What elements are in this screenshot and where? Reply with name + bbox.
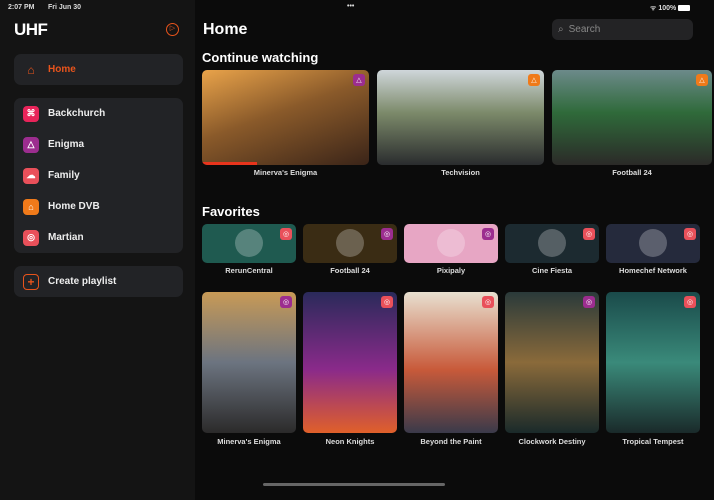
home-icon: ⌂ xyxy=(27,62,35,77)
channel-label: Backchurch xyxy=(48,108,106,119)
sidebar-item-channel[interactable]: ⌂ Home DVB xyxy=(14,191,183,222)
channel-badge-icon: ◎ xyxy=(684,228,696,240)
channel-icon: ☁ xyxy=(23,167,39,184)
status-date: Fri Jun 30 xyxy=(48,4,82,11)
search-icon: ⌕ xyxy=(558,24,564,35)
home-indicator[interactable] xyxy=(263,483,445,486)
channel-badge-icon: ◎ xyxy=(583,296,595,308)
channel-label: Martian xyxy=(48,232,84,243)
channel-badge-icon: △ xyxy=(528,74,540,86)
poster-card[interactable]: ◎ xyxy=(404,292,498,433)
app-logo: UHF xyxy=(14,20,48,39)
status-battery: ᯤ 100% xyxy=(650,4,691,13)
poster-card[interactable]: ◎ xyxy=(202,292,296,433)
poster-label: Tropical Tempest xyxy=(622,437,684,446)
favorite-label: Homechef Network xyxy=(619,266,687,275)
create-playlist-button[interactable]: + Create playlist xyxy=(14,266,183,297)
poster-card[interactable]: ◎ xyxy=(606,292,700,433)
channel-icon: △ xyxy=(23,136,39,153)
channel-logo xyxy=(235,229,263,257)
sidebar-item-home[interactable]: ⌂ Home xyxy=(14,54,183,85)
channel-badge-icon: ◎ xyxy=(482,296,494,308)
multitask-dots[interactable]: ••• xyxy=(347,3,354,10)
channel-label: Enigma xyxy=(48,139,85,150)
continue-card[interactable]: △ xyxy=(552,70,712,165)
channel-list: ⌘ Backchurch △ Enigma ☁ Family ⌂ Home DVB ◎ Marti… xyxy=(14,98,183,253)
channel-icon: ⌘ xyxy=(23,105,39,122)
sidebar: 2:07 PM Fri Jun 30 UHF ▷ ⌂ Home ⌘ Backchur… xyxy=(0,0,195,500)
status-time: 2:07 PM xyxy=(8,4,35,11)
channel-badge-icon: △ xyxy=(696,74,708,86)
favorite-card[interactable]: ◎ xyxy=(202,224,296,263)
channel-label: Home DVB xyxy=(48,201,100,212)
continue-label: Techvision xyxy=(441,168,480,177)
sidebar-item-channel[interactable]: △ Enigma xyxy=(14,129,183,160)
poster-card[interactable]: ◎ xyxy=(505,292,599,433)
favorite-label: Cine Fiesta xyxy=(531,266,572,275)
favorite-card[interactable]: ◎ xyxy=(606,224,700,263)
continue-label: Minerva's Enigma xyxy=(253,168,318,177)
play-circle-icon[interactable]: ▷ xyxy=(166,23,179,36)
channel-icon: ◎ xyxy=(23,229,39,246)
favorite-label: Pixipaly xyxy=(436,266,466,275)
channel-badge-icon: △ xyxy=(353,74,365,86)
search-input[interactable]: ⌕ Search xyxy=(552,19,693,40)
sidebar-item-channel[interactable]: ☁ Family xyxy=(14,160,183,191)
poster-label: Clockwork Destiny xyxy=(518,437,586,446)
favorites-heading: Favorites xyxy=(202,204,260,219)
channel-badge-icon: ◎ xyxy=(684,296,696,308)
poster-label: Minerva's Enigma xyxy=(217,437,281,446)
continue-watching-heading: Continue watching xyxy=(202,50,319,65)
progress-bar xyxy=(202,162,258,165)
continue-card[interactable]: △ xyxy=(377,70,544,165)
plus-icon: + xyxy=(23,273,39,290)
favorite-card[interactable]: ◎ xyxy=(303,224,397,263)
sidebar-item-channel[interactable]: ⌘ Backchurch xyxy=(14,98,183,129)
channel-badge-icon: ◎ xyxy=(583,228,595,240)
page-title: Home xyxy=(203,21,248,38)
favorite-card[interactable]: ◎ xyxy=(505,224,599,263)
sidebar-item-channel[interactable]: ◎ Martian xyxy=(14,222,183,253)
channel-logo xyxy=(538,229,566,257)
channel-logo xyxy=(639,229,667,257)
channel-badge-icon: ◎ xyxy=(280,296,292,308)
favorite-label: Football 24 xyxy=(330,266,370,275)
channel-badge-icon: ◎ xyxy=(381,296,393,308)
channel-label: Family xyxy=(48,170,80,181)
continue-label: Football 24 xyxy=(612,168,652,177)
favorite-card[interactable]: ◎ xyxy=(404,224,498,263)
channel-icon: ⌂ xyxy=(23,198,39,215)
channel-logo xyxy=(437,229,465,257)
continue-card[interactable]: △ xyxy=(202,70,369,165)
home-label: Home xyxy=(48,64,76,75)
poster-label: Beyond the Paint xyxy=(420,437,482,446)
poster-card[interactable]: ◎ xyxy=(303,292,397,433)
create-playlist-label: Create playlist xyxy=(48,276,117,287)
channel-badge-icon: ◎ xyxy=(482,228,494,240)
channel-badge-icon: ◎ xyxy=(381,228,393,240)
poster-label: Neon Knights xyxy=(325,437,375,446)
favorite-label: RerunCentral xyxy=(225,266,273,275)
channel-badge-icon: ◎ xyxy=(280,228,292,240)
channel-logo xyxy=(336,229,364,257)
